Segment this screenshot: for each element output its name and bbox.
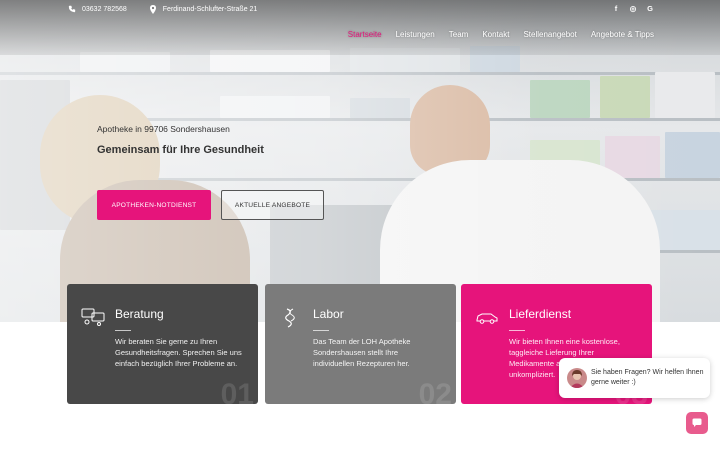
delivery-car-icon — [475, 308, 499, 326]
instagram-icon[interactable]: ◎ — [629, 4, 637, 13]
phone-icon — [68, 5, 76, 13]
nav-item-startseite[interactable]: Startseite — [348, 30, 382, 39]
card-title: Lieferdienst — [509, 307, 572, 321]
phone-number: 03632 782568 — [82, 5, 127, 13]
card-number: 02 — [418, 378, 452, 404]
service-card-beratung[interactable]: Beratung Wir beraten Sie gerne zu Ihren … — [67, 284, 258, 404]
chat-avatar — [567, 368, 587, 388]
nav-item-team[interactable]: Team — [449, 30, 469, 39]
card-text: Wir beraten Sie gerne zu Ihren Gesundhei… — [115, 337, 242, 368]
card-divider — [115, 330, 131, 331]
chat-icon — [692, 414, 702, 432]
hero-subtitle: Apotheke in 99706 Sondershausen — [97, 124, 230, 134]
nav-item-stellenangebot[interactable]: Stellenangebot — [523, 30, 576, 39]
nav-item-kontakt[interactable]: Kontakt — [482, 30, 509, 39]
card-divider — [313, 330, 329, 331]
consultation-icon — [81, 308, 105, 326]
main-navigation: Startseite Leistungen Team Kontakt Stell… — [348, 30, 654, 39]
current-offers-button[interactable]: AKTUELLE ANGEBOTE — [221, 190, 324, 220]
nav-item-angebote-tipps[interactable]: Angebote & Tipps — [591, 30, 654, 39]
chat-message-text: Sie haben Fragen? Wir helfen Ihnen gerne… — [591, 369, 704, 386]
hero-background — [0, 0, 720, 322]
phone-contact[interactable]: 03632 782568 — [68, 5, 127, 13]
facebook-icon[interactable]: f — [612, 4, 620, 13]
emergency-service-button[interactable]: APOTHEKEN-NOTDIENST — [97, 190, 211, 220]
map-pin-icon — [149, 5, 157, 14]
page: 03632 782568 Ferdinand-Schlufter-Straße … — [0, 0, 720, 450]
chat-open-button[interactable] — [686, 412, 708, 434]
card-divider — [509, 330, 525, 331]
service-card-labor[interactable]: Labor Das Team der LOH Apotheke Sondersh… — [265, 284, 456, 404]
nav-item-leistungen[interactable]: Leistungen — [396, 30, 435, 39]
chat-message-bubble[interactable]: Sie haben Fragen? Wir helfen Ihnen gerne… — [559, 358, 710, 398]
laboratory-icon — [279, 308, 303, 328]
social-links: f ◎ G — [612, 4, 654, 13]
address-contact[interactable]: Ferdinand-Schlufter-Straße 21 — [149, 5, 258, 14]
card-title: Labor — [313, 307, 344, 321]
card-number: 01 — [220, 378, 254, 404]
google-icon[interactable]: G — [646, 4, 654, 13]
card-text: Das Team der LOH Apotheke Sondershausen … — [313, 337, 411, 368]
card-title: Beratung — [115, 307, 164, 321]
hero-title: Gemeinsam für Ihre Gesundheit — [97, 144, 264, 156]
address-text: Ferdinand-Schlufter-Straße 21 — [162, 5, 258, 13]
